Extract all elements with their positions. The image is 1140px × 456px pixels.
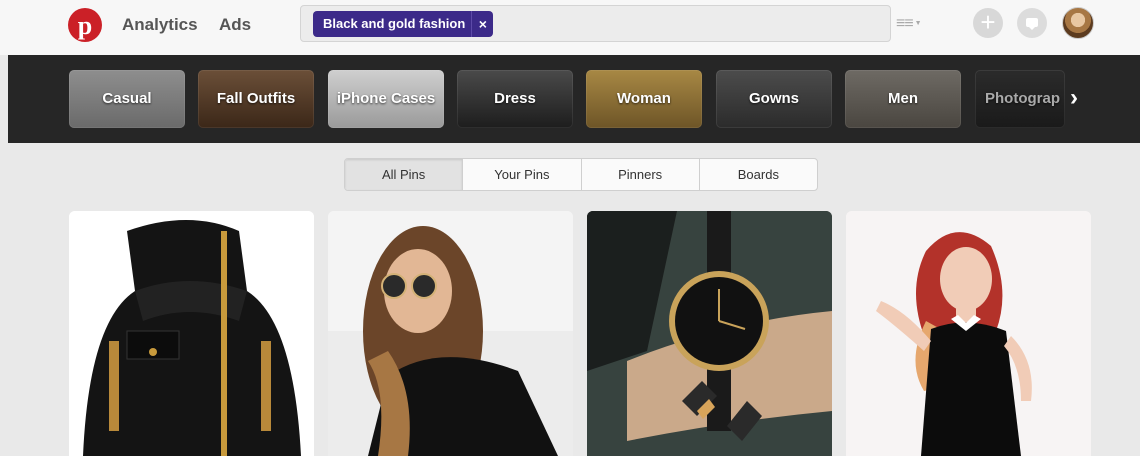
plus-icon: +	[980, 7, 996, 37]
pin-image-woman-sunglasses	[328, 211, 573, 456]
caret-down-icon: ▼	[914, 20, 922, 27]
pin-image-watch-on-wrist	[587, 211, 832, 456]
pin-card[interactable]	[846, 211, 1091, 456]
search-chip[interactable]: Black and gold fashion ×	[313, 11, 494, 37]
user-avatar[interactable]	[1062, 7, 1094, 39]
list-view-icon: ≡≡	[896, 15, 914, 32]
chip-remove-button[interactable]: ×	[471, 11, 493, 37]
nav-ads-link[interactable]: Ads	[219, 15, 251, 35]
tab-pinners[interactable]: Pinners	[582, 159, 700, 190]
pin-card[interactable]	[587, 211, 832, 456]
top-header: p Analytics Ads Black and gold fashion ×…	[0, 0, 1140, 55]
guide-item-woman[interactable]: Woman	[586, 70, 702, 128]
messages-button[interactable]	[1017, 8, 1047, 38]
results-tabs: All Pins Your Pins Pinners Boards	[344, 158, 818, 191]
tab-all-pins[interactable]: All Pins	[345, 159, 464, 190]
tab-your-pins[interactable]: Your Pins	[463, 159, 582, 190]
pin-card[interactable]	[69, 211, 314, 456]
chat-bubble-icon	[1026, 18, 1038, 30]
pinterest-logo[interactable]: p	[68, 8, 102, 42]
view-toggle-button[interactable]: ≡≡ ▼	[896, 14, 934, 34]
tab-boards[interactable]: Boards	[700, 159, 817, 190]
chevron-right-icon[interactable]: ›	[1070, 85, 1090, 113]
guide-item-fall-outfits[interactable]: Fall Outfits	[198, 70, 314, 128]
guide-item-casual[interactable]: Casual	[69, 70, 185, 128]
search-bar[interactable]: Black and gold fashion ×	[300, 5, 891, 42]
guide-item-photography[interactable]: Photograp	[975, 70, 1065, 128]
guided-search-bar: Casual Fall Outfits iPhone Cases Dress W…	[8, 55, 1140, 143]
guide-item-iphone-cases[interactable]: iPhone Cases	[328, 70, 444, 128]
pin-card[interactable]	[328, 211, 573, 456]
pin-image-woman-black-dress	[846, 211, 1091, 456]
search-chip-label: Black and gold fashion	[323, 16, 466, 31]
search-input[interactable]	[501, 11, 871, 37]
pin-image-black-jacket	[69, 211, 314, 456]
guide-item-men[interactable]: Men	[845, 70, 961, 128]
add-pin-button[interactable]: +	[973, 8, 1003, 38]
nav-analytics-link[interactable]: Analytics	[122, 15, 198, 35]
guide-item-gowns[interactable]: Gowns	[716, 70, 832, 128]
guide-item-dress[interactable]: Dress	[457, 70, 573, 128]
